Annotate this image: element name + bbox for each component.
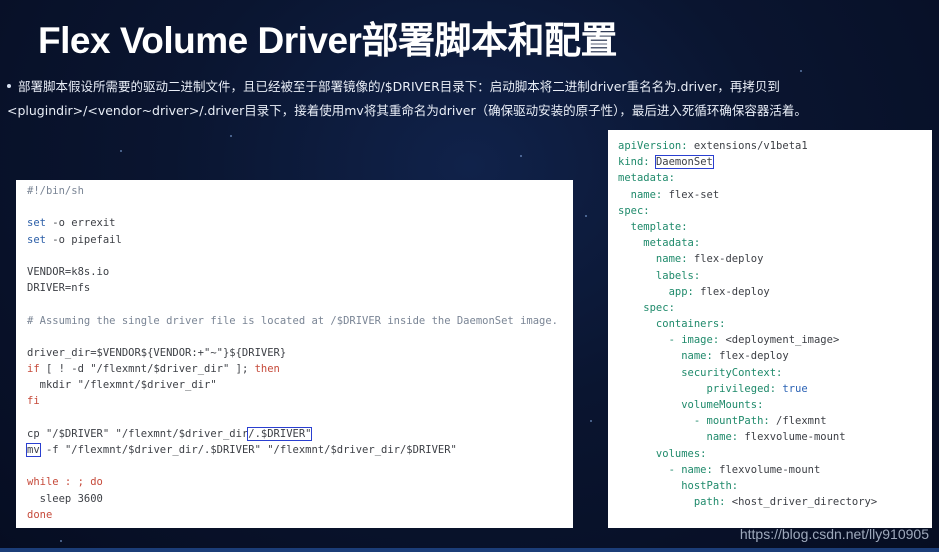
yaml-line: spec: <box>618 301 675 314</box>
background-star <box>230 135 232 137</box>
background-star <box>800 70 802 72</box>
code-line-mv: mv -f "/flexmnt/$driver_dir/.$DRIVER" "/… <box>26 443 457 457</box>
code-line-cp: cp "/$DRIVER" "/flexmnt/$driver_dir/.$DR… <box>27 426 313 441</box>
yaml-line: path: <host_driver_directory> <box>618 496 878 509</box>
deploy-script-panel: #!/bin/sh set -o errexit set -o pipefail… <box>16 180 573 528</box>
code-line: DRIVER=nfs <box>27 282 91 295</box>
description-line-2: <plugindir>/<vendor~driver>/.driver目录下，接… <box>7 103 807 118</box>
highlight-box-mv: mv <box>26 443 41 457</box>
background-star <box>585 215 587 217</box>
description-line-1: 部署脚本假设所需要的驱动二进制文件，且已经被至于部署镜像的/$DRIVER目录下… <box>18 79 780 94</box>
yaml-line: labels: <box>618 269 701 282</box>
slide-title: Flex Volume Driver部署脚本和配置 <box>38 20 617 61</box>
yaml-line: hostPath: <box>618 479 739 492</box>
slide-description: 部署脚本假设所需要的驱动二进制文件，且已经被至于部署镜像的/$DRIVER目录下… <box>7 75 867 123</box>
yaml-line: containers: <box>618 318 726 331</box>
code-line: sleep 3600 <box>27 492 103 505</box>
code-comment: # Assuming the single driver file is loc… <box>27 314 559 327</box>
yaml-line: privileged: true <box>618 382 808 395</box>
daemonset-yaml-panel: apiVersion: extensions/v1beta1 kind: Dae… <box>608 130 932 528</box>
yaml-line: metadata: <box>618 172 675 185</box>
code-line: VENDOR=k8s.io <box>27 265 110 278</box>
yaml-line: volumeMounts: <box>618 399 764 411</box>
yaml-line: volumes: <box>618 447 707 460</box>
code-line: fi <box>27 395 40 408</box>
yaml-line: name: flex-set <box>618 188 720 201</box>
yaml-line: - image: <deployment_image> <box>618 334 840 347</box>
yaml-line: name: flex-deploy <box>618 253 764 266</box>
yaml-line: name: flexvolume-mount <box>618 431 846 444</box>
watermark-url: https://blog.csdn.net/lly910905 <box>739 526 929 542</box>
code-line: driver_dir=$VENDOR${VENDOR:+"~"}${DRIVER… <box>27 346 287 359</box>
yaml-line: app: flex-deploy <box>618 285 770 298</box>
yaml-line: apiVersion: extensions/v1beta1 <box>618 140 808 152</box>
background-star <box>60 540 62 542</box>
background-star <box>520 155 522 157</box>
code-line: if [ ! -d "/flexmnt/$driver_dir" ]; then <box>27 363 280 376</box>
yaml-line: - mountPath: /flexmnt <box>618 415 827 428</box>
highlight-box-daemonset: DaemonSet <box>654 155 714 170</box>
yaml-line: spec: <box>618 204 650 217</box>
yaml-line: - name: flexvolume-mount <box>618 463 821 476</box>
yaml-line: template: <box>618 220 688 233</box>
background-star <box>590 420 592 422</box>
code-line: set -o errexit <box>27 217 116 230</box>
bottom-accent-bar <box>0 548 939 552</box>
highlight-box-dot-driver: /.$DRIVER" <box>247 426 313 441</box>
code-line: #!/bin/sh <box>27 185 84 197</box>
yaml-line: name: flex-deploy <box>618 350 789 363</box>
code-line: done <box>27 508 53 521</box>
code-line: set -o pipefail <box>27 233 122 246</box>
background-star <box>120 150 122 152</box>
code-line: while : ; do <box>27 476 103 489</box>
code-line: mkdir "/flexmnt/$driver_dir" <box>27 379 217 392</box>
yaml-line: metadata: <box>618 237 701 250</box>
yaml-line: kind: DaemonSet <box>618 155 714 170</box>
yaml-line: securityContext: <box>618 366 783 379</box>
